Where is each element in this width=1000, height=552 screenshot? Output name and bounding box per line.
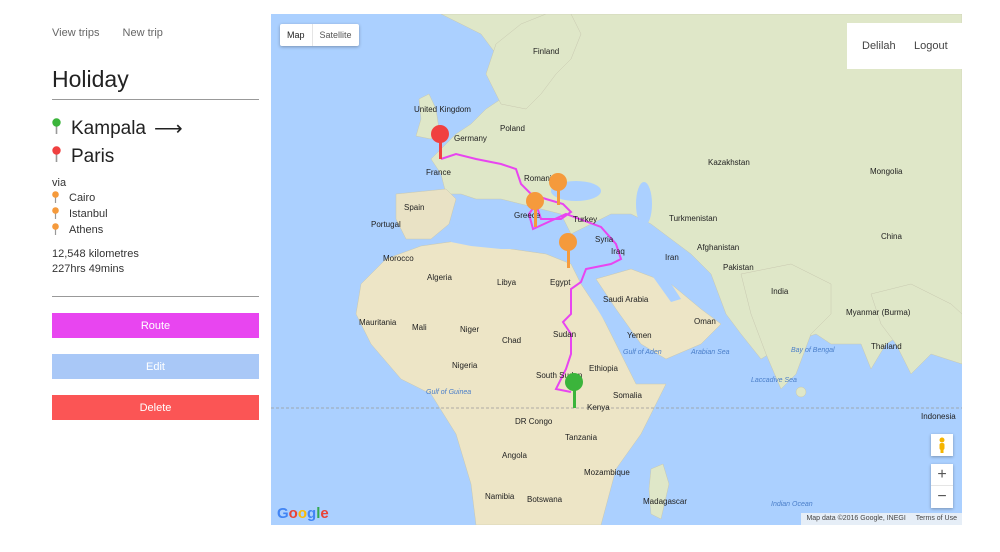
via-label: via <box>52 177 67 189</box>
map-label: Germany <box>454 134 487 143</box>
list-item: Istanbul <box>52 206 108 222</box>
trip-stats: 12,548 kilometres 227hrs 49mins <box>52 247 139 277</box>
map-label: Namibia <box>485 492 515 501</box>
trip-distance: 12,548 kilometres <box>52 248 139 260</box>
map-label: Spain <box>404 203 424 212</box>
map-label: India <box>771 287 789 296</box>
map-label: Yemen <box>627 331 652 340</box>
view-trips-link[interactable]: View trips <box>52 27 99 39</box>
map-label: Algeria <box>427 273 452 282</box>
map-label: United Kingdom <box>414 105 471 114</box>
trip-title: Holiday <box>52 66 129 92</box>
map-type-map-button[interactable]: Map <box>280 24 312 46</box>
destination-label: Paris <box>71 146 115 167</box>
map-label: Somalia <box>613 391 642 400</box>
map-label: Turkmenistan <box>669 214 717 223</box>
map-label: Mali <box>412 323 427 332</box>
map-label: Portugal <box>371 220 401 229</box>
edit-button[interactable]: Edit <box>52 354 259 379</box>
route-button[interactable]: Route <box>52 313 259 338</box>
map-label: Afghanistan <box>697 243 739 252</box>
zoom-control: + − <box>931 464 953 508</box>
sri-lanka-landmass <box>795 386 807 398</box>
map-label: Finland <box>533 47 559 56</box>
map-view[interactable]: United Kingdom Finland Poland Germany Fr… <box>271 14 962 525</box>
ocean-label: Arabian Sea <box>690 349 730 356</box>
trip-origin: Kampala ⟶ <box>52 116 183 141</box>
title-divider <box>52 99 259 100</box>
orange-map-pin-icon <box>52 206 59 222</box>
map-label: Kazakhstan <box>708 158 750 167</box>
map-label: Turkey <box>573 215 597 224</box>
ocean-label: Gulf of Guinea <box>426 389 471 396</box>
terms-link[interactable]: Terms of Use <box>916 513 957 525</box>
ocean-label: Laccadive Sea <box>751 377 797 384</box>
map-type-satellite-button[interactable]: Satellite <box>311 24 359 46</box>
zoom-out-button[interactable]: − <box>931 486 953 508</box>
logout-link[interactable]: Logout <box>914 40 948 52</box>
stop-label: Cairo <box>69 192 96 204</box>
map-attribution: Map data ©2016 Google, INEGI Terms of Us… <box>801 513 962 525</box>
map-label: Poland <box>500 124 525 133</box>
map-label: Chad <box>502 336 521 345</box>
caspian-sea <box>636 182 652 226</box>
arrow-right-icon: ⟶ <box>154 118 183 140</box>
username-link[interactable]: Delilah <box>862 40 896 52</box>
map-label: Myanmar (Burma) <box>846 308 911 317</box>
map-label: Mozambique <box>584 468 630 477</box>
trip-destination: Paris <box>52 146 114 168</box>
ocean-label: Gulf of Aden <box>623 349 662 356</box>
stop-label: Istanbul <box>69 208 108 220</box>
map-label: Libya <box>497 278 517 287</box>
map-label: Egypt <box>550 278 571 287</box>
map-label: Tanzania <box>565 433 598 442</box>
stops-list: Cairo Istanbul Athens <box>52 190 108 238</box>
map-type-control: Map Satellite <box>280 24 359 46</box>
map-canvas[interactable]: United Kingdom Finland Poland Germany Fr… <box>271 14 962 525</box>
ocean-label: Indian Ocean <box>771 501 813 508</box>
trip-duration: 227hrs 49mins <box>52 263 125 275</box>
map-label: Mauritania <box>359 318 397 327</box>
zoom-in-button[interactable]: + <box>931 464 953 486</box>
list-item: Athens <box>52 222 108 238</box>
pegman-icon[interactable] <box>931 434 953 456</box>
map-label: Niger <box>460 325 479 334</box>
ocean-label: Bay of Bengal <box>791 347 835 354</box>
map-label: Syria <box>595 235 614 244</box>
map-label: DR Congo <box>515 417 553 426</box>
map-label: Madagascar <box>643 497 687 506</box>
map-label: Saudi Arabia <box>603 295 649 304</box>
map-label: Nigeria <box>452 361 478 370</box>
origin-label: Kampala <box>71 117 146 139</box>
map-label: Morocco <box>383 254 414 263</box>
map-label: Mongolia <box>870 167 903 176</box>
map-label: France <box>426 168 451 177</box>
map-label: Oman <box>694 317 716 326</box>
map-label: Angola <box>502 451 527 460</box>
orange-map-pin-icon <box>52 222 59 238</box>
attribution-text: Map data ©2016 Google, INEGI <box>806 515 906 522</box>
top-nav: View trips New trip <box>52 27 183 39</box>
map-label: Botswana <box>527 495 563 504</box>
red-map-pin-icon <box>52 146 61 168</box>
map-label: Thailand <box>871 342 902 351</box>
sidebar: View trips New trip Holiday Kampala ⟶ Pa… <box>52 0 260 552</box>
stats-divider <box>52 296 259 297</box>
new-trip-link[interactable]: New trip <box>123 27 163 39</box>
map-label: Iran <box>665 253 679 262</box>
map-label: Indonesia <box>921 412 956 421</box>
map-label: China <box>881 232 902 241</box>
delete-button[interactable]: Delete <box>52 395 259 420</box>
map-label: Sudan <box>553 330 576 339</box>
google-logo: Google <box>277 505 329 522</box>
map-label: Kenya <box>587 403 610 412</box>
stop-label: Athens <box>69 224 104 236</box>
user-menu: Delilah Logout <box>847 23 962 69</box>
green-map-pin-icon <box>52 117 61 140</box>
map-label: Iraq <box>611 247 625 256</box>
map-label: Pakistan <box>723 263 754 272</box>
list-item: Cairo <box>52 190 108 206</box>
orange-map-pin-icon <box>52 190 59 206</box>
map-label: Ethiopia <box>589 364 618 373</box>
